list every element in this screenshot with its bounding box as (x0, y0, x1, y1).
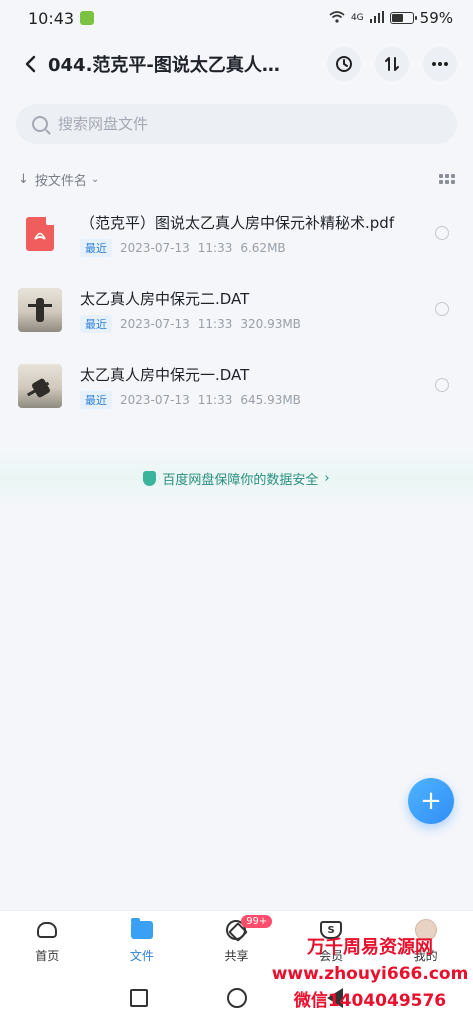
grid-view-icon[interactable] (439, 174, 455, 184)
avatar-icon (414, 919, 437, 941)
pdf-glyph (26, 217, 54, 251)
nav-item-share[interactable]: 共享 99+ (189, 911, 284, 972)
sort-label[interactable]: 按文件名 (35, 170, 87, 189)
file-name: 太乙真人房中保元一.DAT (80, 365, 250, 384)
battery-icon (389, 12, 417, 24)
video-thumbnail (18, 364, 62, 408)
back-triangle-icon[interactable] (327, 988, 344, 1008)
vip-icon: S (320, 919, 343, 941)
video-thumbnail (18, 288, 62, 332)
file-time: 11:33 (197, 392, 233, 407)
file-meta: 最近 2023-07-13 11:33 645.93MB (80, 390, 420, 409)
folder-icon (130, 918, 153, 941)
file-row[interactable]: 太乙真人房中保元一.DAT 最近 2023-07-13 11:33 645.93… (0, 348, 473, 424)
status-left: 10:43 (28, 8, 95, 28)
add-button[interactable]: + (408, 778, 454, 824)
status-bar: 10:43 4G 59% (0, 0, 473, 36)
top-bar: 044.范克平-图说太乙真人房... (0, 40, 473, 88)
nav-item-vip[interactable]: S 会员 (284, 911, 379, 972)
file-meta: 最近 2023-07-13 11:33 6.62MB (80, 238, 420, 257)
file-date: 2023-07-13 (120, 316, 190, 331)
history-icon[interactable] (327, 47, 361, 81)
nav-item-files[interactable]: 文件 (95, 911, 190, 972)
safety-banner[interactable]: 百度网盘保障你的数据安全 › (0, 450, 473, 506)
search-input[interactable] (58, 115, 438, 133)
select-radio[interactable] (435, 378, 449, 392)
sort-arrow-icon[interactable]: ↓ (18, 172, 29, 187)
home-icon (36, 919, 58, 941)
sort-transfer-icon[interactable] (375, 47, 409, 81)
sort-row: ↓ 按文件名 ⌄ (18, 168, 455, 190)
file-row[interactable]: （范克平）图说太乙真人房中保元补精秘术.pdf 最近 2023-07-13 11… (0, 196, 473, 272)
home-button-icon[interactable] (227, 988, 248, 1008)
search-icon (32, 116, 48, 132)
back-arrow-icon[interactable] (18, 49, 42, 79)
file-size: 320.93MB (240, 316, 301, 331)
pdf-file-icon (18, 212, 62, 256)
file-meta: 最近 2023-07-13 11:33 320.93MB (80, 314, 420, 333)
nav-label: 首页 (35, 949, 60, 963)
file-name: 太乙真人房中保元二.DAT (80, 289, 250, 308)
file-list: （范克平）图说太乙真人房中保元补精秘术.pdf 最近 2023-07-13 11… (0, 196, 473, 424)
search-bar[interactable] (16, 104, 457, 144)
nav-item-me[interactable]: 我的 (378, 911, 473, 972)
recent-badge: 最近 (80, 314, 112, 333)
header-actions (327, 47, 457, 81)
thumbnail-figure (28, 298, 52, 322)
file-date: 2023-07-13 (120, 392, 190, 407)
file-info: （范克平）图说太乙真人房中保元补精秘术.pdf 最近 2023-07-13 11… (80, 212, 420, 257)
page-title: 044.范克平-图说太乙真人房... (48, 55, 296, 76)
shield-icon (143, 470, 157, 486)
app-notification-icon (80, 11, 95, 25)
nav-label: 我的 (413, 949, 438, 963)
system-nav-bar (0, 972, 473, 1024)
status-right: 4G 59% (329, 9, 453, 27)
select-radio[interactable] (435, 302, 449, 316)
battery-percent: 59% (419, 9, 453, 27)
wifi-icon (329, 9, 345, 27)
file-size: 6.62MB (240, 240, 286, 255)
file-info: 太乙真人房中保元二.DAT 最近 2023-07-13 11:33 320.93… (80, 288, 420, 333)
bottom-nav: 首页 文件 共享 99+ S 会员 我的 (0, 910, 473, 972)
thumbnail-figure (30, 377, 52, 399)
nav-label: 文件 (129, 949, 154, 963)
file-info: 太乙真人房中保元一.DAT 最近 2023-07-13 11:33 645.93… (80, 364, 420, 409)
file-size: 645.93MB (240, 392, 301, 407)
network-type: 4G (350, 13, 364, 23)
chevron-down-icon[interactable]: ⌄ (91, 174, 99, 185)
nav-item-home[interactable]: 首页 (0, 911, 95, 972)
notification-badge: 99+ (241, 915, 273, 928)
chevron-right-icon: › (324, 470, 330, 486)
recent-badge: 最近 (80, 238, 112, 257)
select-radio[interactable] (435, 226, 449, 240)
signal-icon (369, 9, 384, 27)
recent-badge: 最近 (80, 390, 112, 409)
file-row[interactable]: 太乙真人房中保元二.DAT 最近 2023-07-13 11:33 320.93… (0, 272, 473, 348)
recent-apps-icon[interactable] (129, 989, 148, 1007)
safety-banner-text: 百度网盘保障你的数据安全 (162, 472, 319, 488)
file-name: （范克平）图说太乙真人房中保元补精秘术.pdf (80, 213, 395, 232)
battery-fill (391, 14, 403, 22)
file-date: 2023-07-13 (120, 240, 190, 255)
status-time: 10:43 (28, 8, 75, 28)
more-icon[interactable] (423, 47, 457, 81)
file-time: 11:33 (197, 316, 233, 331)
nav-label: 会员 (319, 949, 344, 963)
file-time: 11:33 (197, 240, 233, 255)
nav-label: 共享 (224, 949, 249, 963)
